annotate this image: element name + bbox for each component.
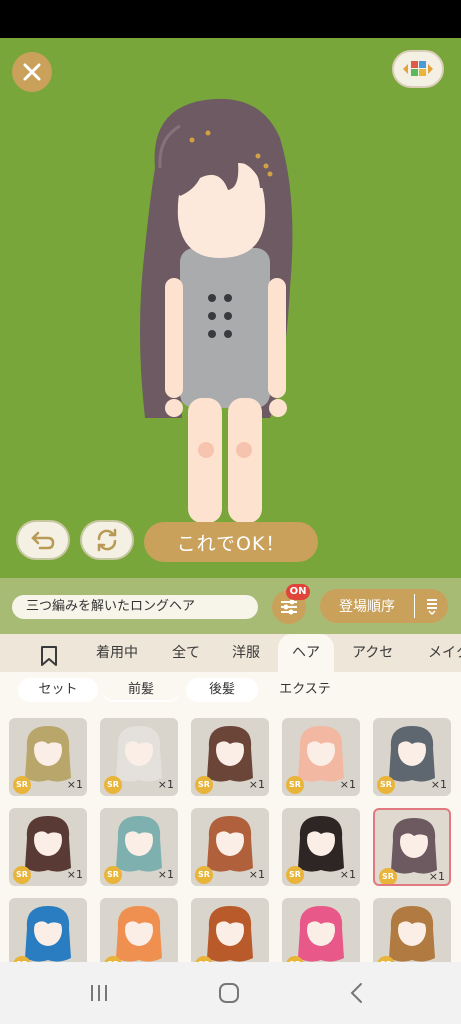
sort-order-toggle[interactable] xyxy=(415,597,448,615)
palette-icon xyxy=(403,61,433,76)
item-tile[interactable]: SR xyxy=(9,898,87,962)
item-tile[interactable]: SR xyxy=(191,898,269,962)
item-tile[interactable]: SR ×1 xyxy=(9,718,87,796)
item-count: ×1 xyxy=(66,778,83,791)
rarity-badge: SR xyxy=(379,868,397,884)
rarity-badge: SR xyxy=(286,866,304,884)
item-tile[interactable]: SR ×1 xyxy=(100,718,178,796)
undo-button[interactable] xyxy=(16,520,70,560)
hair-preview-icon xyxy=(207,906,253,962)
tab-hair[interactable]: ヘア xyxy=(278,634,334,672)
rarity-badge: SR xyxy=(104,866,122,884)
tab-wearing[interactable]: 着用中 xyxy=(96,634,138,672)
item-tile[interactable]: SR ×1 xyxy=(191,718,269,796)
character-stage: これでOK！ xyxy=(0,38,461,578)
item-tile[interactable]: SR ×1 xyxy=(373,718,451,796)
recent-apps-icon xyxy=(91,985,107,1001)
item-count: ×1 xyxy=(339,868,356,881)
avatar-character[interactable] xyxy=(120,78,330,548)
item-tile[interactable]: SR ×1 xyxy=(282,718,360,796)
selected-item-name: 三つ編みを解いたロングヘア xyxy=(12,595,258,619)
item-tile[interactable]: SR ×1 xyxy=(9,808,87,886)
rarity-badge: SR xyxy=(195,866,213,884)
bookmark-icon xyxy=(41,646,57,666)
item-tile[interactable]: SR ×1 xyxy=(373,808,451,886)
item-count: ×1 xyxy=(157,778,174,791)
rarity-badge: SR xyxy=(286,776,304,794)
item-tile[interactable]: SR xyxy=(373,898,451,962)
status-bar xyxy=(0,0,461,38)
undo-icon xyxy=(31,531,55,550)
close-icon xyxy=(23,63,41,81)
sort-icon xyxy=(426,599,437,615)
item-count: ×1 xyxy=(428,870,445,883)
rarity-badge: SR xyxy=(13,866,31,884)
item-grid: SR ×1 SR ×1 SR ×1 SR ×1 SR ×1 SR ×1 SR ×1 SR ×1 SR ×1 SR ×1… xyxy=(0,708,461,962)
tab-makeup[interactable]: メイク xyxy=(428,634,461,672)
item-count: ×1 xyxy=(339,778,356,791)
rarity-badge: SR xyxy=(13,776,31,794)
back-icon xyxy=(350,983,362,1003)
background-switch-button[interactable] xyxy=(392,50,444,88)
item-count: ×1 xyxy=(157,868,174,881)
tab-accessories[interactable]: アクセ xyxy=(352,634,393,672)
system-nav-bar xyxy=(0,962,461,1024)
rotate-button[interactable] xyxy=(80,520,134,560)
back-button[interactable] xyxy=(342,980,372,1006)
item-count: ×1 xyxy=(430,778,447,791)
subtab-extensions[interactable]: エクステ xyxy=(266,678,344,702)
rotate-icon xyxy=(97,528,117,552)
bookmark-tab[interactable] xyxy=(40,643,58,666)
home-button[interactable] xyxy=(214,980,244,1006)
hair-preview-icon xyxy=(116,906,162,962)
item-count: ×1 xyxy=(248,868,265,881)
tab-all[interactable]: 全て xyxy=(172,634,200,672)
rarity-badge: SR xyxy=(104,776,122,794)
item-tile[interactable]: SR xyxy=(282,898,360,962)
hair-preview-icon xyxy=(389,906,435,962)
item-tile[interactable]: SR ×1 xyxy=(282,808,360,886)
item-tile[interactable]: SR xyxy=(100,898,178,962)
sort-label: 登場順序 xyxy=(339,599,395,615)
item-count: ×1 xyxy=(248,778,265,791)
tab-clothes[interactable]: 洋服 xyxy=(232,634,260,672)
item-tile[interactable]: SR ×1 xyxy=(191,808,269,886)
sub-tabs: セット 前髪 後髪 エクステ xyxy=(0,672,461,708)
rarity-badge: SR xyxy=(377,776,395,794)
sliders-icon xyxy=(281,599,297,615)
sort-button[interactable]: 登場順序 xyxy=(320,589,448,623)
confirm-ok-button[interactable]: これでOK！ xyxy=(144,522,318,562)
home-icon xyxy=(219,983,239,1003)
hair-preview-icon xyxy=(25,906,71,962)
subtab-set[interactable]: セット xyxy=(18,678,98,702)
filter-bar: 三つ編みを解いたロングヘア ON 登場順序 xyxy=(0,578,461,634)
close-button[interactable] xyxy=(12,52,52,92)
filter-on-badge: ON xyxy=(286,584,310,600)
subtab-back-hair[interactable]: 後髪 xyxy=(186,678,258,702)
hair-preview-icon xyxy=(298,906,344,962)
category-tabs: 着用中 全て 洋服 ヘア アクセ メイク xyxy=(0,634,461,672)
rarity-badge: SR xyxy=(195,776,213,794)
subtab-front-hair[interactable]: 前髪 xyxy=(102,678,180,702)
item-tile[interactable]: SR ×1 xyxy=(100,808,178,886)
recent-apps-button[interactable] xyxy=(84,980,114,1006)
item-count: ×1 xyxy=(66,868,83,881)
